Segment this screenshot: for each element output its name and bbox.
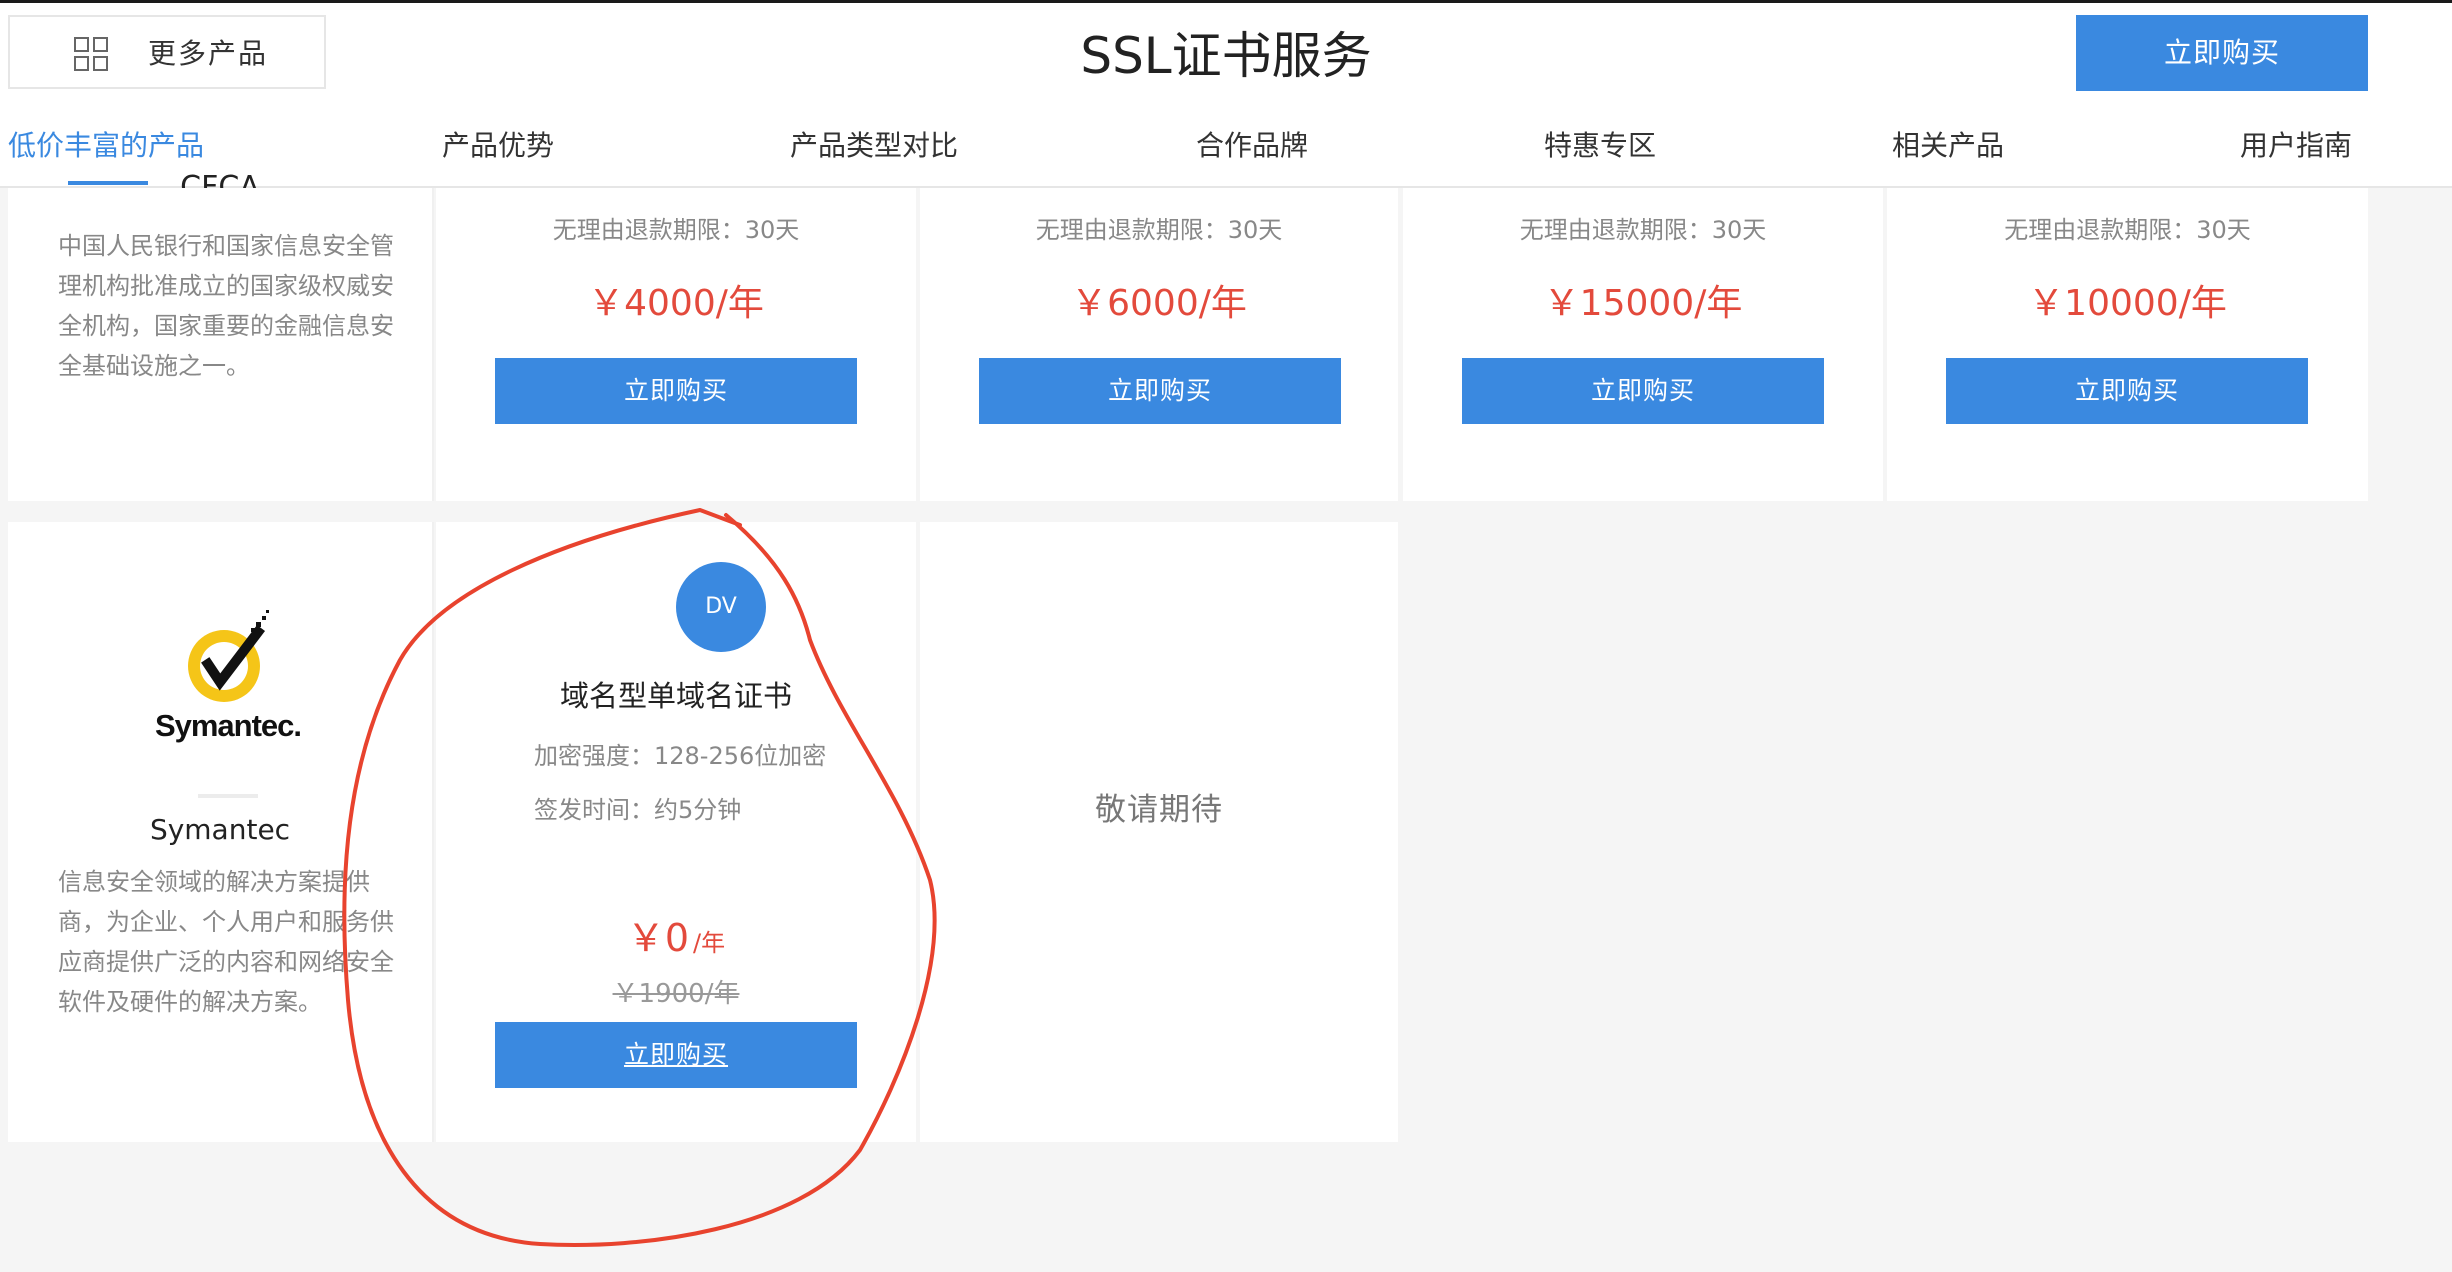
product-card: 无理由退款期限：30天 ￥15000/年 立即购买 bbox=[1403, 188, 1883, 501]
more-products-label: 更多产品 bbox=[148, 37, 269, 70]
product-card: 无理由退款期限：30天 ￥4000/年 立即购买 bbox=[436, 188, 916, 501]
refund-period: 无理由退款期限：30天 bbox=[552, 216, 800, 244]
buy-button[interactable]: 立即购买 bbox=[1462, 358, 1824, 424]
sale-price-unit: /年 bbox=[693, 929, 726, 957]
dv-badge: DV bbox=[676, 562, 766, 652]
nav-item-products[interactable]: 低价丰富的产品 bbox=[8, 121, 204, 171]
coming-soon-text: 敬请期待 bbox=[1095, 792, 1223, 828]
product-card-dv: DV 域名型单域名证书 加密强度：128-256位加密 签发时间：约5分钟 ￥0… bbox=[436, 522, 916, 1142]
symantec-logo: Symantec. bbox=[148, 608, 308, 758]
more-products-button[interactable]: 更多产品 bbox=[8, 15, 326, 89]
product-card: 无理由退款期限：30天 ￥10000/年 立即购买 bbox=[1887, 188, 2368, 501]
buy-button[interactable]: 立即购买 bbox=[495, 1022, 857, 1088]
spec-issue-time: 签发时间：约5分钟 bbox=[534, 796, 742, 824]
refund-period: 无理由退款期限：30天 bbox=[1519, 216, 1767, 244]
product-card: 无理由退款期限：30天 ￥6000/年 立即购买 bbox=[920, 188, 1398, 501]
brand-card-symantec: Symantec. Symantec 信息安全领域的解决方案提供商，为企业、个人… bbox=[8, 522, 434, 1142]
nav-item-user-guide[interactable]: 用户指南 bbox=[2240, 121, 2352, 171]
page-header: 更多产品 SSL证书服务 立即购买 低价丰富的产品 产品优势 产品类型对比 合作… bbox=[0, 0, 2452, 188]
brand-name: CFCA bbox=[180, 170, 260, 188]
buy-button[interactable]: 立即购买 bbox=[495, 358, 857, 424]
sale-price-value: ￥0 bbox=[626, 916, 690, 960]
brand-divider bbox=[198, 794, 258, 798]
original-price: ￥1900/年 bbox=[612, 979, 740, 1009]
sale-price: ￥0/年 bbox=[436, 910, 916, 974]
product-price: ￥15000/年 bbox=[1543, 283, 1743, 324]
symantec-logo-text: Symantec. bbox=[154, 708, 302, 743]
spec-encryption: 加密强度：128-256位加密 bbox=[534, 742, 827, 770]
nav-item-partner-brands[interactable]: 合作品牌 bbox=[1196, 121, 1308, 171]
nav-item-related-products[interactable]: 相关产品 bbox=[1892, 121, 2004, 171]
refund-period: 无理由退款期限：30天 bbox=[1035, 216, 1283, 244]
checkmark-logo-icon bbox=[188, 610, 269, 702]
product-price: ￥6000/年 bbox=[1071, 283, 1247, 324]
nav-item-advantages[interactable]: 产品优势 bbox=[442, 121, 554, 171]
buy-button[interactable]: 立即购买 bbox=[979, 358, 1341, 424]
grid-icon bbox=[74, 37, 108, 71]
product-price: ￥10000/年 bbox=[2028, 283, 2227, 324]
product-title: 域名型单域名证书 bbox=[559, 679, 792, 713]
brand-description: 中国人民银行和国家信息安全管理机构批准成立的国家级权威安全机构，国家重要的金融信… bbox=[58, 232, 394, 380]
buy-button-label: 立即购买 bbox=[623, 1040, 728, 1069]
refund-period: 无理由退款期限：30天 bbox=[2004, 216, 2251, 244]
nav-item-type-compare[interactable]: 产品类型对比 bbox=[790, 121, 958, 171]
brand-name: Symantec bbox=[149, 813, 291, 846]
nav-item-special-offers[interactable]: 特惠专区 bbox=[1544, 121, 1656, 171]
product-price: ￥4000/年 bbox=[588, 283, 764, 324]
brand-description: 信息安全领域的解决方案提供商，为企业、个人用户和服务供应商提供广泛的内容和网络安… bbox=[58, 868, 394, 1016]
coming-soon-card: 敬请期待 bbox=[920, 522, 1398, 1142]
page-title: SSL证书服务 bbox=[1080, 27, 1372, 85]
buy-button[interactable]: 立即购买 bbox=[1946, 358, 2308, 424]
header-buy-button[interactable]: 立即购买 bbox=[2076, 15, 2368, 91]
brand-card-cfca: CFCA 中国人民银行和国家信息安全管理机构批准成立的国家级权威安全机构，国家重… bbox=[8, 170, 434, 501]
